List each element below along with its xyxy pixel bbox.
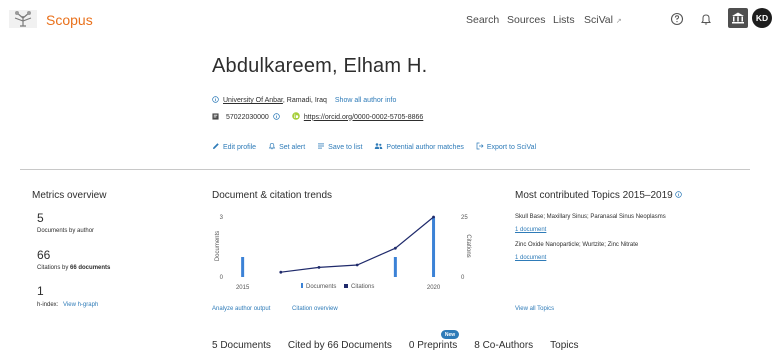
tab-topics[interactable]: Topics bbox=[550, 340, 578, 351]
topic-document-count-link[interactable]: 1 document bbox=[515, 255, 546, 261]
topics-title-text: Most contributed Topics 2015–2019 bbox=[515, 190, 673, 201]
set-alert-label: Set alert bbox=[279, 143, 306, 151]
pencil-icon bbox=[212, 142, 220, 152]
citations-point bbox=[432, 215, 435, 219]
documents-bar bbox=[393, 257, 397, 277]
external-link-icon: ↗ bbox=[615, 18, 622, 25]
nav-sources[interactable]: Sources bbox=[507, 14, 546, 26]
tab-co-authors[interactable]: 8 Co-Authors bbox=[474, 340, 533, 351]
view-h-graph-link[interactable]: View h-graph bbox=[63, 302, 98, 308]
elsevier-logo[interactable] bbox=[8, 8, 38, 30]
y-axis-label-citations: Citations bbox=[465, 234, 471, 257]
user-avatar[interactable]: KD bbox=[752, 8, 772, 28]
potential-author-matches-button[interactable]: Potential author matches bbox=[374, 142, 464, 152]
citation-overview-link[interactable]: Citation overview bbox=[292, 306, 338, 312]
citations-point bbox=[279, 270, 283, 274]
scopus-brand-link[interactable]: Scopus bbox=[46, 12, 93, 28]
section-divider bbox=[20, 169, 750, 170]
topic-name: Skull Base; Maxillary Sinus; Paranasal S… bbox=[515, 214, 666, 220]
edit-profile-label: Edit profile bbox=[223, 143, 257, 151]
potential-author-matches-label: Potential author matches bbox=[386, 143, 464, 151]
identifiers-row: 57022030000 https://orcid.org/0000-0002-… bbox=[212, 112, 423, 122]
nav-lists[interactable]: Lists bbox=[553, 14, 575, 26]
analyze-author-output-link[interactable]: Analyze author output bbox=[212, 306, 270, 312]
legend-citations-swatch bbox=[344, 284, 348, 288]
y-tick-label-right: 0 bbox=[461, 275, 465, 281]
save-to-list-button[interactable]: Save to list bbox=[317, 142, 362, 152]
nav-search[interactable]: Search bbox=[466, 14, 499, 26]
y-tick-label-right: 25 bbox=[461, 215, 468, 221]
save-to-list-label: Save to list bbox=[328, 143, 363, 151]
profile-tabs: 5 Documents Cited by 66 Documents 0 Prep… bbox=[212, 340, 579, 351]
x-tick-label: 2015 bbox=[236, 285, 250, 291]
author-id: 57022030000 bbox=[226, 113, 269, 121]
documents-bar bbox=[241, 257, 245, 277]
affiliation-link[interactable]: University Of Anbar bbox=[223, 97, 283, 104]
author-id-icon bbox=[212, 112, 219, 122]
export-icon bbox=[476, 142, 484, 152]
edit-profile-button[interactable]: Edit profile bbox=[212, 142, 256, 152]
citations-label-prefix: Citations by bbox=[37, 265, 71, 271]
documents-count[interactable]: 5 bbox=[37, 211, 44, 225]
show-all-author-info-link[interactable]: Show all author info bbox=[335, 97, 396, 104]
export-to-scival-label: Export to SciVal bbox=[486, 143, 537, 151]
x-tick-label: 2020 bbox=[427, 285, 441, 291]
list-icon bbox=[317, 142, 325, 152]
affiliation-row: University Of Anbar, Ramadi, Iraq Show a… bbox=[212, 96, 396, 105]
tab-cited-by[interactable]: Cited by 66 Documents bbox=[288, 340, 392, 351]
citations-point bbox=[393, 246, 397, 250]
info-circle-icon bbox=[212, 96, 219, 105]
citations-point bbox=[355, 263, 359, 267]
bell-icon[interactable] bbox=[697, 10, 715, 28]
bell-icon bbox=[268, 142, 276, 152]
profile-actions: Edit profile Set alert Save to list Pote… bbox=[212, 142, 536, 152]
export-to-scival-button[interactable]: Export to SciVal bbox=[476, 142, 536, 152]
y-tick-label-left: 0 bbox=[220, 275, 224, 281]
help-icon[interactable] bbox=[668, 10, 686, 28]
legend-citations-label: Citations bbox=[351, 284, 374, 290]
new-badge: New bbox=[441, 330, 459, 339]
document-citation-trend-chart: Documents Citations 3 0 25 0 2015 2020 Docu… bbox=[215, 215, 471, 291]
metrics-overview-title: Metrics overview bbox=[32, 190, 107, 201]
y-tick-label-left: 3 bbox=[220, 215, 224, 221]
y-axis-label-documents: Documents bbox=[215, 231, 221, 261]
topic-document-count-link[interactable]: 1 document bbox=[515, 227, 546, 233]
nav-scival-label: SciVal bbox=[584, 14, 613, 26]
tab-preprints[interactable]: 0 Preprints bbox=[409, 340, 457, 351]
author-name: Abdulkareem, Elham H. bbox=[212, 55, 428, 77]
topics-title: Most contributed Topics 2015–2019 bbox=[515, 190, 683, 201]
documents-label: Documents by author bbox=[37, 228, 95, 234]
set-alert-button[interactable]: Set alert bbox=[268, 142, 305, 152]
affiliation-location: , Ramadi, Iraq bbox=[282, 97, 327, 104]
legend-documents-swatch bbox=[301, 283, 303, 288]
trends-title: Document & citation trends bbox=[212, 190, 333, 201]
tab-documents[interactable]: 5 Documents bbox=[212, 340, 271, 351]
topic-name: Zinc Oxide Nanoparticle; Wurtzite; Zinc … bbox=[515, 242, 639, 248]
h-index-row: h-index: View h-graph bbox=[37, 302, 98, 308]
citations-documents-count: 66 documents bbox=[70, 265, 111, 271]
legend-documents-label: Documents bbox=[306, 284, 336, 290]
institution-icon[interactable] bbox=[728, 8, 748, 28]
h-index-value[interactable]: 1 bbox=[37, 284, 44, 298]
users-icon bbox=[374, 142, 383, 152]
citations-count[interactable]: 66 bbox=[37, 248, 50, 262]
h-index-label: h-index: bbox=[37, 302, 59, 308]
view-all-topics-link[interactable]: View all Topics bbox=[515, 306, 554, 312]
info-circle-icon[interactable] bbox=[273, 112, 280, 122]
orcid-link[interactable]: https://orcid.org/0000-0002-5705-8866 bbox=[304, 114, 423, 121]
citations-label: Citations by 66 documents bbox=[37, 265, 110, 271]
citations-point bbox=[317, 266, 321, 269]
info-circle-icon[interactable] bbox=[675, 190, 683, 201]
orcid-icon bbox=[292, 112, 300, 122]
documents-bar bbox=[432, 217, 436, 277]
nav-scival[interactable]: SciVal ↗ bbox=[584, 14, 622, 26]
